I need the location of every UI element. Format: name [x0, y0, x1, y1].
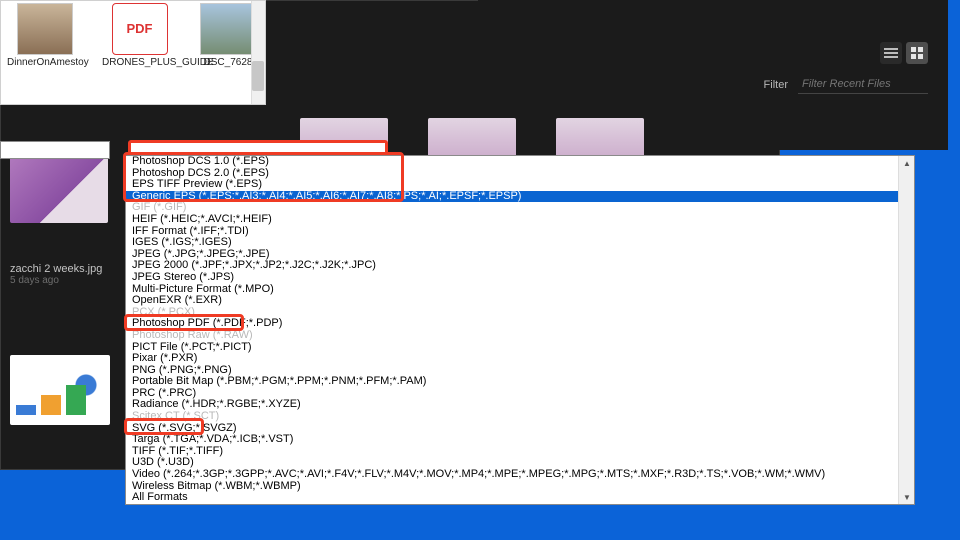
format-option[interactable]: Photoshop DCS 1.0 (*.EPS): [126, 156, 914, 168]
format-option[interactable]: TIFF (*.TIF;*.TIFF): [126, 446, 914, 458]
format-option[interactable]: Scitex CT (*.SCT): [126, 411, 914, 423]
format-option[interactable]: Multi-Picture Format (*.MPO): [126, 284, 914, 296]
format-option[interactable]: HEIF (*.HEIC;*.AVCI;*.HEIF): [126, 214, 914, 226]
view-grid-button[interactable]: [906, 42, 928, 64]
format-option[interactable]: Pixar (*.PXR): [126, 353, 914, 365]
explorer-file-item[interactable]: PDF DRONES_PLUS_GUIDE: [102, 3, 177, 69]
format-option[interactable]: IFF Format (*.IFF;*.TDI): [126, 226, 914, 238]
explorer-file-label: DRONES_PLUS_GUIDE: [102, 57, 177, 69]
scroll-up-icon[interactable]: ▲: [899, 156, 915, 170]
file-explorer-panel: DinnerOnAmestoy PDF DRONES_PLUS_GUIDE DSC_7…: [0, 0, 266, 105]
recent-item[interactable]: zacchi 2 weeks.jpg 5 days ago: [10, 150, 108, 286]
format-option[interactable]: IGES (*.IGS;*.IGES): [126, 237, 914, 249]
file-thumb: [17, 3, 73, 55]
filter-label: Filter: [764, 79, 788, 91]
format-option[interactable]: Targa (*.TGA;*.VDA;*.ICB;*.VST): [126, 434, 914, 446]
recent-item[interactable]: [10, 355, 110, 425]
format-option[interactable]: All Formats: [126, 492, 914, 504]
view-list-button[interactable]: [880, 42, 902, 64]
format-option[interactable]: JPEG Stereo (*.JPS): [126, 272, 914, 284]
format-option[interactable]: Photoshop Raw (*.RAW): [126, 330, 914, 342]
file-thumb: [200, 3, 256, 55]
format-dropdown: Photoshop DCS 1.0 (*.EPS)Photoshop DCS 2…: [125, 155, 915, 505]
explorer-file-item[interactable]: DinnerOnAmestoy: [7, 3, 82, 69]
pdf-icon: PDF: [112, 3, 168, 55]
explorer-file-label: DinnerOnAmestoy: [7, 57, 82, 69]
recent-item-thumb: [16, 365, 104, 415]
explorer-file-item[interactable]: DSC_7628: [197, 3, 259, 69]
filename-input[interactable]: [0, 141, 110, 159]
format-option[interactable]: JPEG 2000 (*.JPF;*.JPX;*.JP2;*.J2C;*.J2K…: [126, 260, 914, 272]
scroll-down-icon[interactable]: ▼: [899, 490, 915, 504]
recent-item-name: zacchi 2 weeks.jpg: [10, 263, 108, 275]
format-option[interactable]: OpenEXR (*.EXR): [126, 295, 914, 307]
format-option[interactable]: Generic EPS (*.EPS;*.AI3;*.AI4;*.AI5;*.A…: [126, 191, 914, 203]
explorer-scrollbar[interactable]: [251, 1, 265, 104]
dropdown-scrollbar[interactable]: ▲ ▼: [898, 156, 914, 504]
filter-input[interactable]: [798, 75, 928, 94]
format-option[interactable]: Wireless Bitmap (*.WBM;*.WBMP): [126, 481, 914, 493]
format-option[interactable]: Radiance (*.HDR;*.RGBE;*.XYZE): [126, 399, 914, 411]
format-option[interactable]: PICT File (*.PCT;*.PICT): [126, 342, 914, 354]
explorer-file-label: DSC_7628: [197, 57, 259, 69]
recent-item-date: 5 days ago: [10, 275, 108, 286]
format-option[interactable]: Video (*.264;*.3GP;*.3GPP;*.AVC;*.AVI;*.…: [126, 469, 914, 481]
format-option[interactable]: Portable Bit Map (*.PBM;*.PGM;*.PPM;*.PN…: [126, 376, 914, 388]
